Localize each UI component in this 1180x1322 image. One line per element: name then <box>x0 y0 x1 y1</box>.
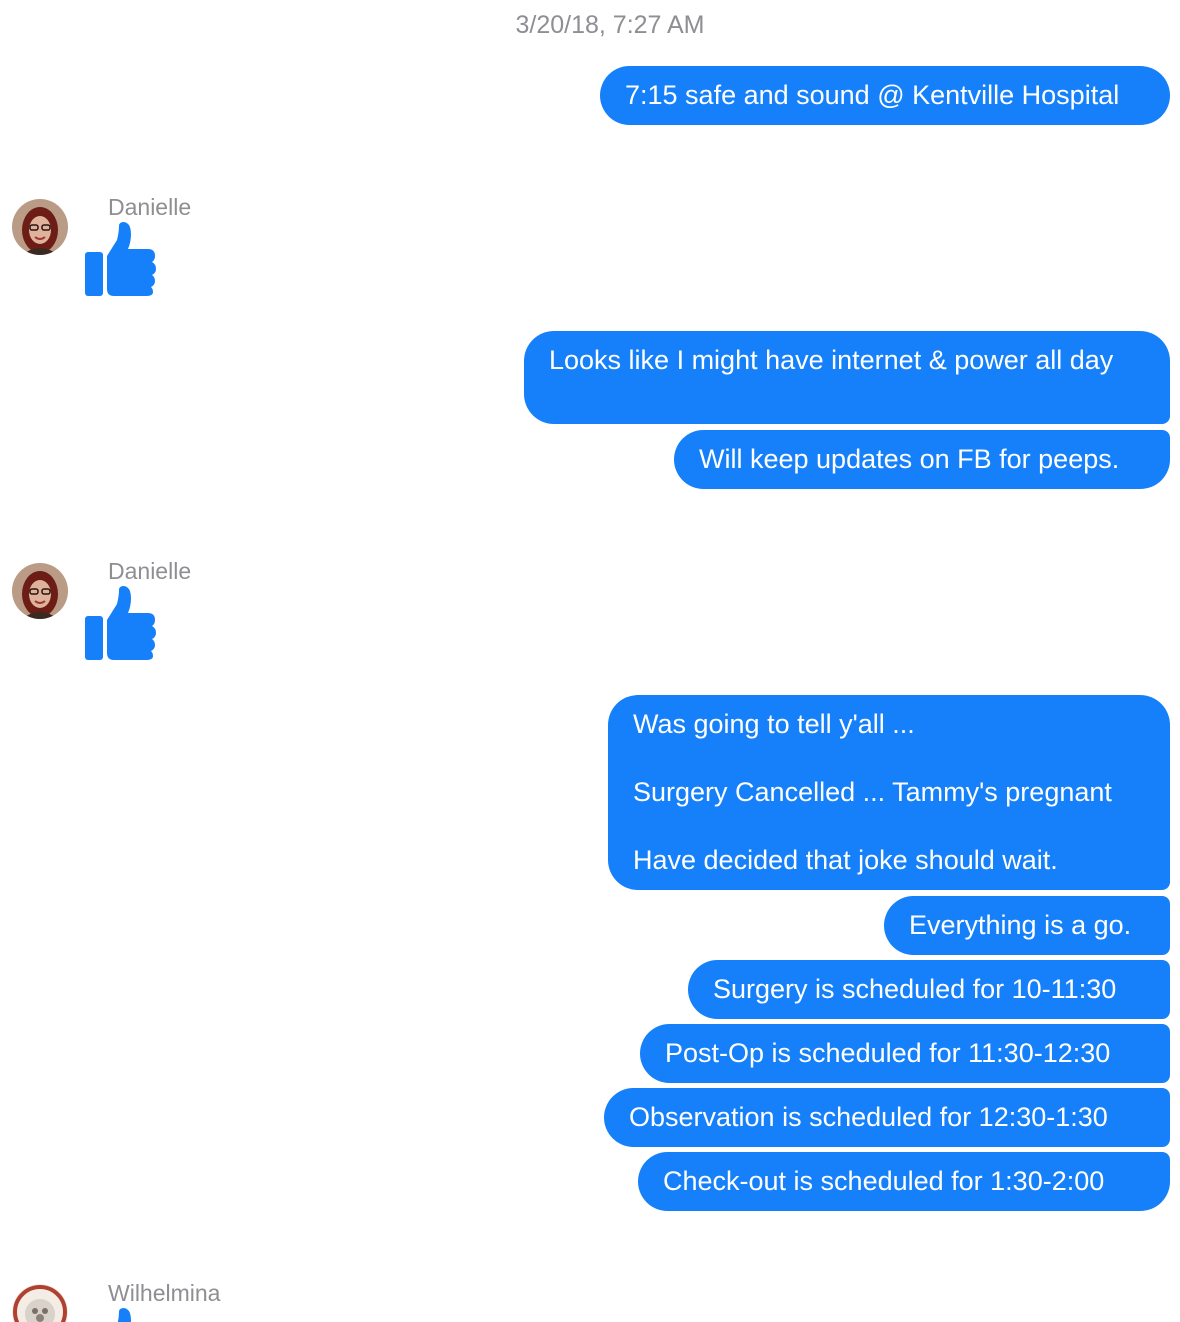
outgoing-message-bubble[interactable]: Will keep updates on FB for peeps. <box>674 430 1170 489</box>
user-photo-avatar[interactable] <box>12 199 68 255</box>
sender-name: Wilhelmina <box>108 1280 221 1306</box>
user-photo-avatar[interactable] <box>12 563 68 619</box>
outgoing-message-bubble[interactable]: 7:15 safe and sound @ Kentville Hospital <box>600 66 1170 125</box>
thumbs-up-icon[interactable] <box>84 586 158 660</box>
outgoing-message-bubble[interactable]: Post-Op is scheduled for 11:30-12:30 <box>640 1024 1170 1083</box>
outgoing-message-bubble[interactable]: Looks like I might have internet & power… <box>524 331 1170 424</box>
outgoing-message-bubble[interactable]: Observation is scheduled for 12:30-1:30 <box>604 1088 1170 1147</box>
user-photo-avatar[interactable] <box>12 1284 68 1322</box>
thumbs-up-icon[interactable] <box>84 1308 158 1322</box>
outgoing-message-bubble[interactable]: Check-out is scheduled for 1:30-2:00 <box>638 1152 1170 1211</box>
sender-name: Danielle <box>108 194 192 220</box>
avatar-image <box>12 199 68 255</box>
message-thread[interactable]: 3/20/18, 7:27 AM 7:15 safe and sound @ K… <box>0 0 1180 1322</box>
conversation-timestamp: 3/20/18, 7:27 AM <box>515 11 705 39</box>
outgoing-message-bubble[interactable]: Was going to tell y'all ... Surgery Canc… <box>608 695 1170 890</box>
outgoing-message-bubble[interactable]: Everything is a go. <box>884 896 1170 955</box>
avatar-image <box>12 1284 68 1322</box>
sender-name: Danielle <box>108 558 192 584</box>
thumbs-up-icon[interactable] <box>84 222 158 296</box>
avatar-image <box>12 563 68 619</box>
outgoing-message-bubble[interactable]: Surgery is scheduled for 10-11:30 <box>688 960 1170 1019</box>
